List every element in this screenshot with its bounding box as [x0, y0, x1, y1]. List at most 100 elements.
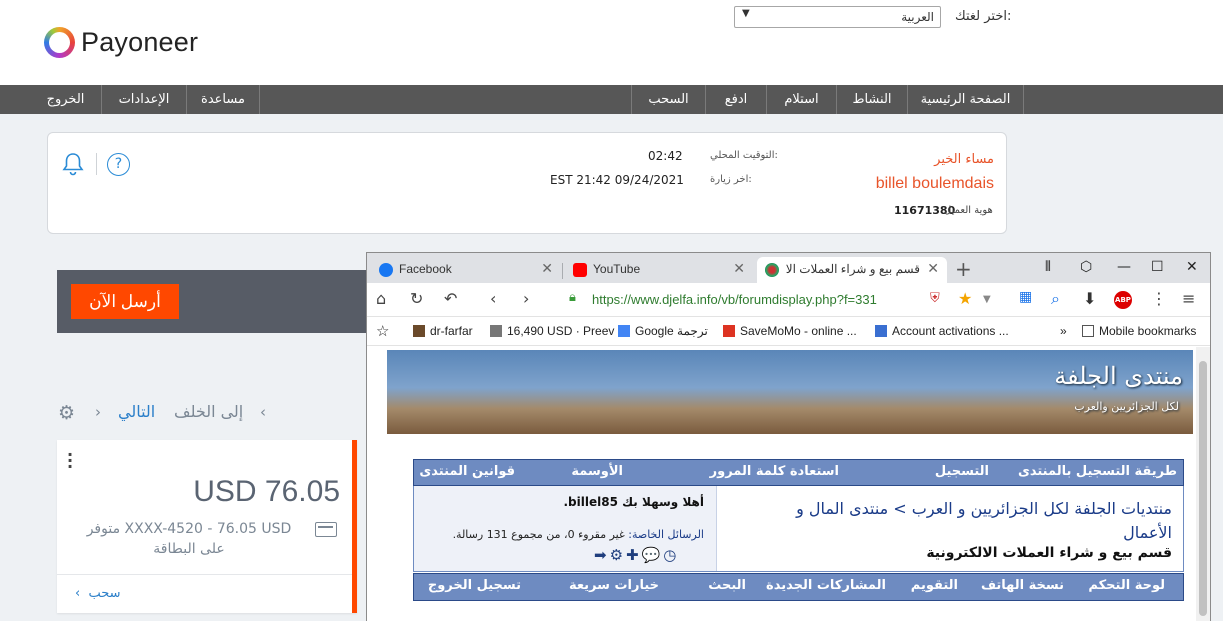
- browser-toolbar: ⌂ ↻ ↶ ‹ › 🔒︎ https://www.djelfa.info/vb/…: [367, 283, 1210, 317]
- undo-icon[interactable]: ↶: [444, 289, 457, 308]
- nav-withdraw[interactable]: السحب: [631, 85, 705, 114]
- shield-icon[interactable]: ⛨: [930, 291, 940, 306]
- bookmark-star-icon[interactable]: ★: [958, 289, 972, 308]
- customer-id-label: هوية العميل: [944, 205, 993, 216]
- divider: [96, 153, 97, 175]
- chevron-left-icon[interactable]: ‹: [260, 403, 266, 421]
- savemomo-icon: [723, 325, 735, 337]
- hamburger-icon[interactable]: ≡: [1182, 289, 1195, 308]
- more-menu-icon[interactable]: ⋮: [1151, 289, 1167, 308]
- new-tab-icon[interactable]: +: [955, 257, 972, 281]
- withdraw-link[interactable]: ‹ سحب: [75, 586, 121, 601]
- maximize-icon[interactable]: ☐: [1151, 259, 1164, 275]
- bookmark-item[interactable]: Google ترجمة: [618, 324, 708, 338]
- pager-back[interactable]: إلى الخلف: [174, 402, 243, 421]
- nav-mobile-version[interactable]: نسخة الهاتف: [981, 578, 1064, 593]
- bookmark-item[interactable]: Account activations ...: [875, 324, 1009, 338]
- youtube-icon: [573, 263, 587, 277]
- minimize-icon[interactable]: —: [1117, 259, 1131, 275]
- user-action-icons[interactable]: ➡⚙✚💬◷: [594, 546, 679, 564]
- breadcrumb: منتديات الجلفة لكل الجزائريين و العرب > …: [717, 486, 1184, 571]
- close-icon[interactable]: ✕: [733, 260, 745, 277]
- scrollbar[interactable]: [1196, 347, 1210, 621]
- language-label: اختر لغتك:: [955, 9, 1012, 24]
- forum-info-panel: أهلا وسهلا بك billel85. الرسائل الخاصة: …: [413, 486, 1184, 572]
- chevron-down-icon[interactable]: ▼: [983, 294, 991, 305]
- chevron-down-icon: ▼: [742, 8, 750, 19]
- nav-home[interactable]: الصفحة الرئيسية: [907, 85, 1024, 114]
- nav-receive[interactable]: استلام: [766, 85, 836, 114]
- bookmark-label: dr-farfar: [430, 324, 473, 338]
- help-icon[interactable]: ?: [107, 153, 130, 176]
- forum-banner: منتدى الجلفة لكل الجزائريين والعرب: [387, 350, 1193, 434]
- nav-quick-options[interactable]: خيارات سريعة: [569, 578, 659, 593]
- star-outline-icon[interactable]: ☆: [376, 322, 389, 340]
- search-icon[interactable]: ⌕: [1051, 289, 1060, 309]
- nav-logout[interactable]: الخروج: [30, 85, 101, 114]
- forum-page: منتدى الجلفة لكل الجزائريين والعرب طريقة…: [367, 347, 1210, 621]
- download-icon[interactable]: ⬇: [1083, 289, 1096, 308]
- bookmark-item[interactable]: SaveMoMo - online ...: [723, 324, 857, 338]
- facebook-icon: [379, 263, 393, 277]
- tab-youtube[interactable]: YouTube ✕: [565, 257, 753, 283]
- balance-amount: USD 76.05: [193, 475, 340, 508]
- google-translate-icon: [618, 325, 630, 337]
- hello-text: أهلا وسهلا بك billel85.: [563, 495, 704, 509]
- nav-forum-rules[interactable]: قوانين المنتدى: [419, 464, 515, 479]
- nav-register[interactable]: التسجيل: [935, 464, 989, 479]
- username: billel boulemdais: [875, 175, 994, 192]
- bookmark-icon: [413, 325, 425, 337]
- forum-nav-secondary: لوحة التحكم نسخة الهاتف التقويم المشاركا…: [413, 573, 1184, 601]
- breadcrumb-path[interactable]: منتديات الجلفة لكل الجزائريين و العرب > …: [796, 499, 1172, 518]
- close-icon[interactable]: ✕: [927, 260, 939, 277]
- tab-strip: Facebook ✕ YouTube ✕ قسم بيع و شراء العم…: [367, 253, 1210, 283]
- bookmark-label: Account activations ...: [892, 324, 1009, 338]
- more-menu-icon[interactable]: · · ·: [67, 447, 73, 475]
- adblock-icon[interactable]: ABP: [1114, 291, 1132, 309]
- nav-recover-password[interactable]: استعادة كلمة المرور: [710, 464, 839, 479]
- close-icon[interactable]: ✕: [541, 260, 553, 277]
- reload-icon[interactable]: ↻: [410, 289, 423, 308]
- djelfa-icon: [765, 263, 779, 277]
- send-now-button[interactable]: أرسل الآن: [71, 284, 179, 319]
- nav-activity[interactable]: النشاط: [836, 85, 907, 114]
- close-window-icon[interactable]: ✕: [1186, 259, 1198, 275]
- tab-list-icon[interactable]: ⫴: [1045, 259, 1051, 275]
- nav-pay[interactable]: ادفع: [705, 85, 766, 114]
- nav-register-guide[interactable]: طريقة التسجيل بالمنتدى: [1018, 464, 1177, 479]
- nav-logout-forum[interactable]: تسجيل الخروج: [428, 578, 521, 593]
- gear-icon[interactable]: ⚙: [58, 403, 78, 423]
- breadcrumb-section[interactable]: الأعمال: [1123, 523, 1172, 542]
- language-select[interactable]: العربية ▼: [734, 6, 941, 28]
- nav-control-panel[interactable]: لوحة التحكم: [1088, 578, 1165, 593]
- bookmark-item[interactable]: Mobile bookmarks: [1082, 324, 1196, 338]
- nav-new-posts[interactable]: المشاركات الجديدة: [766, 578, 886, 593]
- tab-djelfa[interactable]: قسم بيع و شراء العملات الالـ ✕: [757, 257, 947, 283]
- scroll-thumb[interactable]: [1199, 361, 1207, 616]
- bookmark-item[interactable]: dr-farfar: [413, 324, 473, 338]
- bookmark-item[interactable]: 16,490 USD · Preev: [490, 324, 614, 338]
- nav-search[interactable]: البحث: [708, 578, 746, 593]
- pm-label: الرسائل الخاصة:: [628, 528, 704, 541]
- chevron-right-icon[interactable]: ›: [95, 403, 101, 421]
- payoneer-logo[interactable]: Payoneer: [44, 27, 198, 58]
- banner-title: منتدى الجلفة: [1054, 362, 1183, 390]
- nav-settings[interactable]: الإعدادات: [101, 85, 186, 114]
- pager-next[interactable]: التالي: [118, 402, 155, 421]
- bell-icon[interactable]: [60, 151, 86, 177]
- nav-badges[interactable]: الأوسمة: [571, 464, 623, 479]
- nav-help[interactable]: مساعدة: [186, 85, 260, 114]
- nav-calendar[interactable]: التقويم: [911, 578, 958, 593]
- extensions-icon[interactable]: ⬡: [1080, 259, 1092, 275]
- tab-facebook[interactable]: Facebook ✕: [371, 257, 561, 283]
- bookmarks-overflow-icon[interactable]: »: [1060, 324, 1067, 338]
- last-visit-value: EST 21:42 09/24/2021: [550, 173, 684, 187]
- forward-icon[interactable]: ›: [523, 289, 529, 308]
- private-messages[interactable]: الرسائل الخاصة: غير مقروء 0، من مجموع 13…: [453, 528, 704, 541]
- home-icon[interactable]: ⌂: [376, 289, 386, 308]
- withdraw-label: سحب: [88, 586, 121, 601]
- send-panel: أرسل الآن: [57, 270, 377, 333]
- bookmark-label: Mobile bookmarks: [1099, 324, 1197, 338]
- back-icon[interactable]: ‹: [490, 289, 496, 308]
- translate-icon[interactable]: ▦: [1019, 289, 1032, 305]
